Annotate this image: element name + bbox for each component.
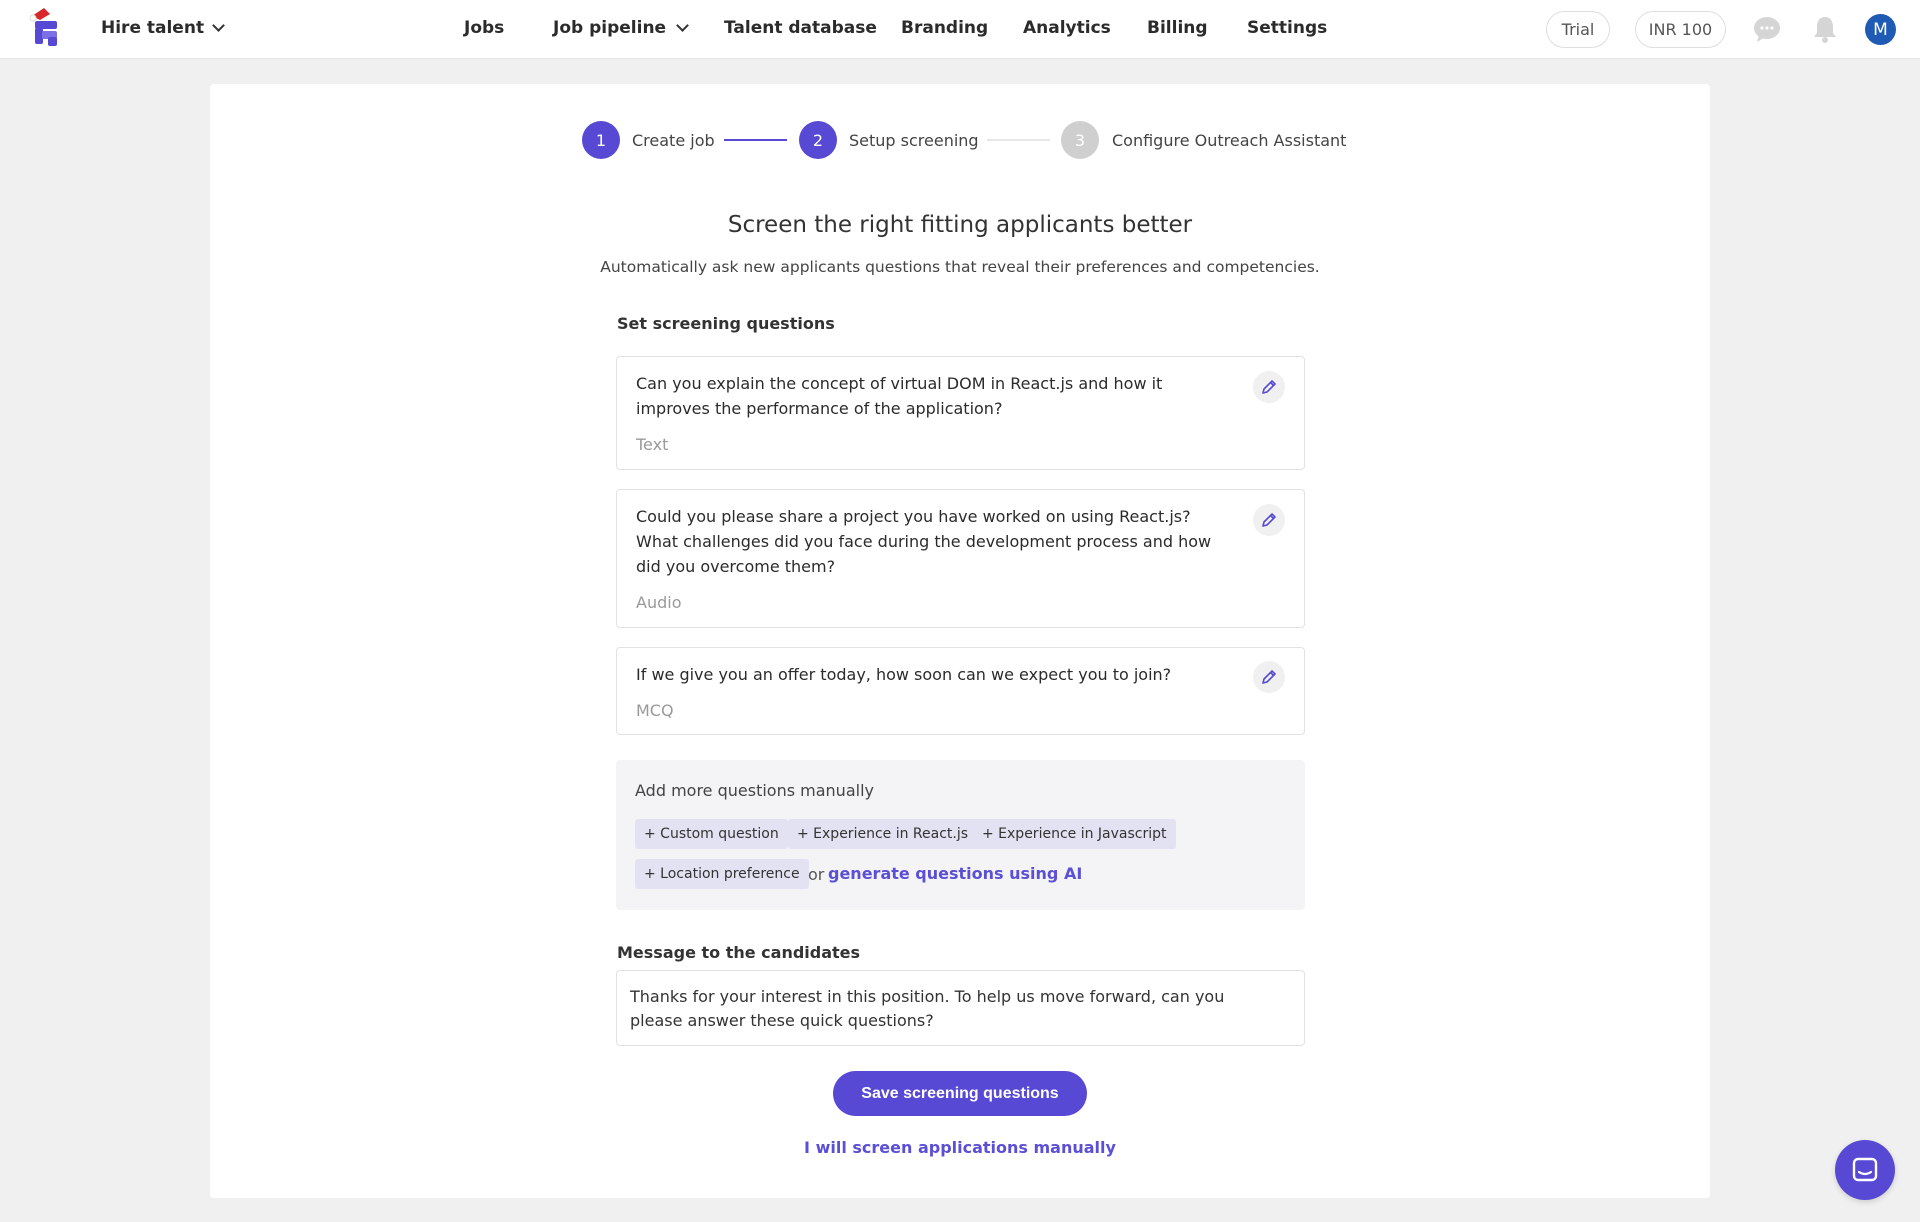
nav-talent-database[interactable]: Talent database (724, 18, 877, 38)
logo-icon[interactable] (26, 6, 66, 48)
chevron-down-icon (212, 19, 225, 32)
hire-talent-menu[interactable]: Hire talent (101, 18, 225, 38)
question-text: Could you please share a project you hav… (636, 507, 1212, 576)
nav-analytics-label: Analytics (1023, 18, 1111, 38)
question-type: Audio (636, 593, 682, 612)
nav-branding[interactable]: Branding (901, 18, 988, 38)
page-subtitle: Automatically ask new applicants questio… (600, 258, 1320, 276)
add-location-preference-chip[interactable]: + Location preference (635, 859, 809, 889)
step-1-label: Create job (632, 131, 715, 150)
step-3-circle: 3 (1061, 121, 1099, 159)
step-2-circle: 2 (799, 121, 837, 159)
nav-billing[interactable]: Billing (1147, 18, 1208, 38)
pencil-icon (1262, 513, 1276, 527)
credits-badge[interactable]: INR 100 (1635, 11, 1726, 48)
step-3-number: 3 (1074, 130, 1086, 150)
credits-label: INR 100 (1648, 20, 1713, 39)
nav-job-pipeline[interactable]: Job pipeline (553, 18, 689, 38)
step-1-circle: 1 (582, 121, 620, 159)
nav-job-pipeline-label: Job pipeline (553, 18, 667, 38)
edit-question-button[interactable] (1253, 661, 1285, 693)
question-card[interactable]: If we give you an offer today, how soon … (616, 647, 1305, 735)
nav-jobs[interactable]: Jobs (464, 18, 504, 38)
add-custom-question-chip[interactable]: + Custom question (635, 819, 788, 849)
message-heading: Message to the candidates (617, 943, 861, 962)
bell-icon[interactable] (1810, 14, 1840, 44)
question-text: Can you explain the concept of virtual D… (636, 374, 1163, 418)
chevron-down-icon (676, 19, 689, 32)
step-2-number: 2 (812, 130, 824, 150)
screen-manually-link-text[interactable]: I will screen applications manually (804, 1138, 1116, 1157)
nav-billing-label: Billing (1147, 18, 1208, 38)
page-title: Screen the right fitting applicants bett… (727, 212, 1193, 238)
nav-analytics[interactable]: Analytics (1023, 18, 1111, 38)
question-text: If we give you an offer today, how soon … (636, 665, 1172, 684)
trial-label: Trial (1561, 20, 1595, 39)
or-text: or (808, 865, 825, 884)
chat-bubble-icon[interactable] (1752, 14, 1782, 44)
candidate-message-field[interactable]: Thanks for your interest in this positio… (616, 970, 1305, 1046)
nav-branding-label: Branding (901, 18, 989, 38)
avatar[interactable]: M (1865, 14, 1896, 45)
question-type: MCQ (636, 701, 674, 720)
edit-question-button[interactable] (1253, 504, 1285, 536)
generate-ai-questions-link[interactable]: generate questions using AI (828, 864, 1082, 883)
pencil-icon (1262, 380, 1276, 394)
question-card[interactable]: Can you explain the concept of virtual D… (616, 356, 1305, 470)
add-experience-react-chip[interactable]: + Experience in React.js (788, 819, 978, 849)
step-2-label: Setup screening (849, 131, 979, 150)
top-navbar: Hire talent Jobs Job pipeline Talent dat… (0, 0, 1920, 59)
nav-talent-database-label: Talent database (724, 18, 877, 38)
nav-settings[interactable]: Settings (1247, 18, 1327, 38)
question-type: Text (636, 435, 669, 454)
nav-settings-label: Settings (1247, 18, 1328, 38)
chat-icon (1852, 1157, 1878, 1182)
add-questions-panel: Add more questions manually + Custom que… (616, 760, 1305, 910)
hire-talent-label: Hire talent (101, 18, 205, 38)
nav-jobs-label: Jobs (464, 18, 505, 38)
candidate-message-text: Thanks for your interest in this positio… (630, 987, 1225, 1030)
add-experience-javascript-chip[interactable]: + Experience in Javascript (973, 819, 1176, 849)
avatar-initial: M (1873, 19, 1888, 40)
step-3-label: Configure Outreach Assistant (1112, 131, 1347, 150)
add-questions-title: Add more questions manually (635, 781, 874, 800)
step-connector (724, 139, 787, 141)
screen-manually-link: I will screen applications manually (0, 1138, 1920, 1157)
pencil-icon (1262, 670, 1276, 684)
step-connector (987, 139, 1050, 141)
trial-badge[interactable]: Trial (1546, 11, 1610, 48)
save-screening-questions-button[interactable]: Save screening questions (833, 1071, 1087, 1116)
support-chat-button[interactable] (1835, 1140, 1895, 1200)
question-card[interactable]: Could you please share a project you hav… (616, 489, 1305, 628)
edit-question-button[interactable] (1253, 371, 1285, 403)
questions-heading: Set screening questions (617, 314, 835, 333)
step-1-number: 1 (595, 130, 607, 150)
